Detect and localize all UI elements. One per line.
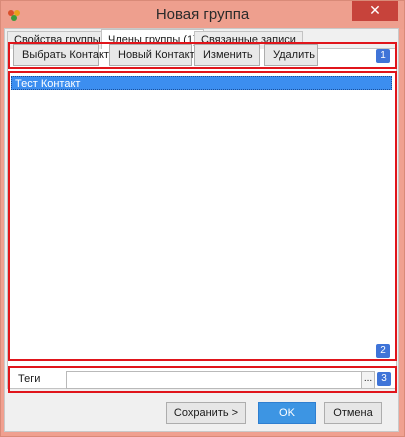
members-toolbar: Выбрать Контакт Новый Контакт Изменить У…	[8, 44, 393, 66]
members-list[interactable]: Тест Контакт 2	[10, 75, 393, 359]
window-title: Новая группа	[155, 6, 250, 23]
title-bar[interactable]: Новая группа ✕	[1, 1, 404, 29]
annotation-badge-3: 3	[377, 372, 391, 386]
cancel-button[interactable]: Отмена	[324, 402, 382, 424]
tags-browse-button[interactable]: ...	[361, 371, 375, 389]
delete-button[interactable]: Удалить	[264, 44, 318, 66]
annotation-badge-1: 1	[376, 49, 390, 63]
ok-button[interactable]: OK	[258, 402, 316, 424]
tags-input[interactable]	[66, 371, 362, 389]
tags-label: Теги	[18, 373, 41, 385]
close-button[interactable]: ✕	[352, 1, 398, 21]
new-contact-button[interactable]: Новый Контакт	[109, 44, 195, 66]
tags-row: Теги ... 3	[8, 370, 393, 392]
list-item[interactable]: Тест Контакт	[11, 76, 392, 90]
annotation-badge-2: 2	[376, 344, 390, 358]
save-button[interactable]: Сохранить >	[166, 402, 246, 424]
select-contact-button[interactable]: Выбрать Контакт	[13, 44, 109, 66]
edit-button[interactable]: Изменить	[194, 44, 260, 66]
